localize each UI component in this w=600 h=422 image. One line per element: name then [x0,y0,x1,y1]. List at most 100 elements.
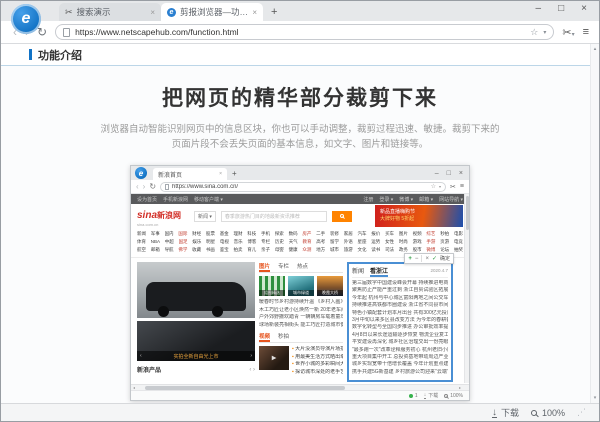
sina-topbar: 设为首页手机新浪网移动客户端 ▾ 注册登录 ▾微博 ▾邮箱 ▾网站导航 ▾ [131,194,469,204]
scroll-right-icon: ▸ [459,385,461,391]
resize-grip[interactable]: ⋰ [577,407,587,418]
address-bar[interactable]: https://www.netscapehub.com/function.htm… [55,24,554,40]
sina-topbar-left: 设为首页手机新浪网移动客户端 ▾ [137,196,223,203]
download-group[interactable]: ↓ 下载 [492,406,519,419]
nav-link-23: 电影 [454,230,463,238]
thumbnail-2: 城市绿道 [288,276,314,296]
video-headline-1: 用最美生活方式晒出幸福感 [292,354,343,362]
clip-news-line-11: 城乡实现宽带十倍增长覆盖 今年计划重点建设1000个站点 [352,361,448,368]
nav-link-14: 装修 [330,230,339,238]
search-icon [340,214,344,218]
chevron-down-icon: ▾ [572,32,575,38]
nav-link-17: 读书 [371,246,380,254]
bookmark-star-icon[interactable]: ☆ [530,27,538,38]
nav-link-10: 历史 [275,238,284,246]
nav-link-14: 留学 [330,238,339,246]
page-icon [63,28,70,37]
thumbnail-1: 组图精选 [259,276,285,296]
mini-download-group: ↓ 下载 [424,392,439,399]
nav-link-8: 科技 [247,230,256,238]
mini-window-controls: – □ × [435,170,469,177]
mini-vertical-scrollbar [464,194,469,383]
clip-news-line-2: 今年起 杭州与中心城区富阳两地之间公交车全面开通了 [352,295,448,302]
sina-logo-domain: sina.com.cn [137,223,189,227]
nav-link-9: 手机 [261,230,270,238]
nav-link-15: 家居 [344,230,353,238]
section-title: 功能介绍 [38,47,82,63]
maximize-button[interactable]: □ [558,3,564,14]
video-tab-1: 秒拍 [278,332,289,340]
mini-horizontal-scrollbar: ◂ ▸ [131,384,469,390]
clip-news-line-1: 聚焦防止产能严重过剩 浙江自贸试验区拓展发展新空间 [352,287,448,294]
nav-link-21: 手游 [426,238,435,246]
nav-link-15: 旅游 [344,246,353,254]
scroll-down-icon[interactable]: ▾ [594,395,597,401]
nav-link-4: 收藏 [192,246,201,254]
refresh-icon[interactable]: ↻ [37,26,47,38]
nav-link-7: 拍卖 [233,246,242,254]
nav-link-20: 视频 [413,230,422,238]
nav-link-16: 文化 [358,246,367,254]
nav-link-13: 高考 [316,238,325,246]
mini-download-label: 下载 [428,392,438,399]
nav-link-8: 博客 [247,238,256,246]
tab-close-icon[interactable]: × [252,8,257,17]
nav-link-3: 佛学 [178,246,187,254]
browser-logo-icon: e [11,4,41,34]
nav-link-19: 图片 [399,230,408,238]
suv-exterior-photo [137,262,255,318]
mini-tab-close-icon: × [219,171,222,177]
url-text[interactable]: https://www.netscapehub.com/function.htm… [75,27,525,37]
zoom-group[interactable]: 100% [531,408,565,418]
scroll-up-icon[interactable]: ▴ [594,46,597,52]
close-button[interactable]: × [581,3,587,14]
tab-label: 搜索演示 [77,6,147,18]
thumbnail-caption: 城市绿道 [288,290,314,296]
nav-link-19: 时尚 [399,238,408,246]
clip-news-line-0: 第三届数字中国建设峰会开幕 持续推进电商平台升级换代 [352,280,448,287]
new-tab-button[interactable]: + [271,6,277,18]
clip-news-line-5: 3月中旬以来多区县改变方法 为今年的春耕备耕保驾护航 [352,317,448,324]
vertical-scrollbar[interactable]: ▴ ▾ [590,44,599,403]
minimize-button[interactable]: – [536,3,542,14]
nav-link-5: 明星 [206,238,215,246]
mini-page-icon [165,184,169,190]
clip-news-line-7: 4月8日以来长途运输逐步恢复 物流企业复工率超九成五 [352,332,448,339]
video-list: 大片没演员导演片场指挥忙用最美生活方式晒出幸福感世界小城的多彩瞬间大集锦探访城市… [292,346,343,376]
sina-topbar-right-link-1: 登录 ▾ [379,196,393,203]
menu-icon[interactable]: ≡ [583,26,589,38]
nav-link-0: 航空 [137,246,146,254]
mini-tab-strip: e 新浪首页 × + – □ × [131,166,469,180]
clip-cancel-icon: × [425,256,429,262]
zoom-label: 100% [542,408,565,418]
sina-topbar-right-link-3: 邮箱 ▾ [419,196,433,203]
sina-topbar-left-link-1: 手机新浪网 [163,196,188,203]
tab-search-demo[interactable]: ✂ 搜索演示 × [59,3,161,21]
tab-close-icon[interactable]: × [150,8,155,17]
sina-topbar-right: 注册登录 ▾微博 ▾邮箱 ▾网站导航 ▾ [363,196,463,203]
nav-link-23: 抽奖 [454,246,463,254]
nav-link-0: 体育 [137,238,146,246]
nav-link-16: 星座 [358,238,367,246]
nav-link-1: 邮箱 [151,246,160,254]
clip-scissors-icon[interactable]: ✂▾ [562,26,574,39]
nav-link-2: 国内 [165,230,174,238]
window-controls: – □ × [536,3,587,14]
clip-expand-icon: + [408,256,412,262]
status-bar: ↓ 下载 100% ⋰ [1,403,599,421]
nav-link-12: 众测 [302,246,311,254]
nav-link-20: 游戏 [413,238,422,246]
ad-line-2: 大牌好物 5折起 [380,216,458,223]
tab-function-intro[interactable]: e 剪报浏览器—功能介绍 × [161,3,263,21]
clip-news-line-12: 携手共建5G新基建 乡村旅游公司迎来"云端"新机遇 [352,369,448,376]
clip-shrink-icon: − [415,256,419,262]
clip-toolbar: + − × ✓ 确定 [404,253,454,264]
chevron-down-icon[interactable]: ▾ [543,29,546,36]
mini-toolbar: ‹ › ↻ https://www.sina.com.cn/ ☆ ▾ ✂ ≡ [131,180,469,194]
mini-clip-scissors-icon: ✂ [450,183,456,191]
nav-link-11: 数码 [289,230,298,238]
headline-line-3: 球场新装亮相街头 能工巧匠打造城市健身新地标计划 [259,322,343,330]
clip-news-line-6: 数字化转型与全国同步推进 办公审批效率提升一倍以上 [352,324,448,331]
mini-minimize-button: – [435,170,439,177]
clip-news-list: 第三届数字中国建设峰会开幕 持续推进电商平台升级换代聚焦防止产能严重过剩 浙江自… [352,280,448,376]
